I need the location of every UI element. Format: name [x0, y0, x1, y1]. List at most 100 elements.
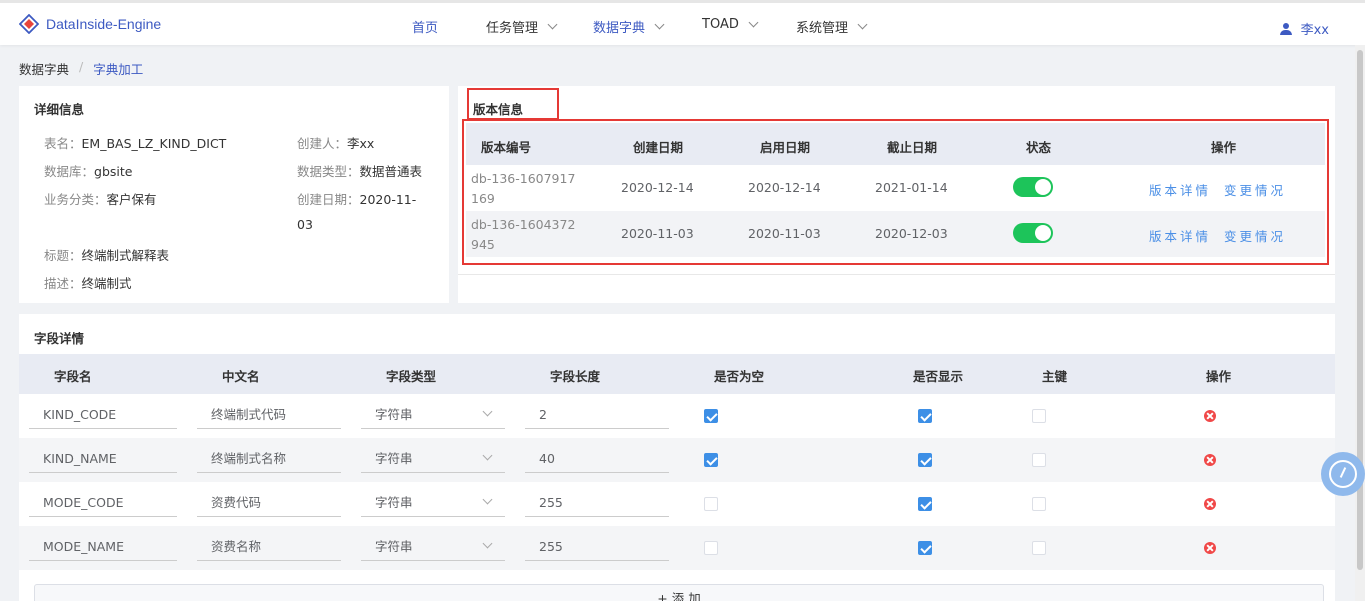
- primary-key-checkbox[interactable]: [1032, 409, 1046, 423]
- created-date-label: 创建日期：: [297, 192, 360, 207]
- primary-key-checkbox[interactable]: [1032, 497, 1046, 511]
- subject-label: 标题：: [44, 248, 82, 263]
- visible-checkbox[interactable]: [918, 497, 932, 511]
- table-row: MODE_CODE 资费代码 字符串 255: [19, 482, 1335, 526]
- version-id: db-136-1607917169: [471, 171, 576, 206]
- divider: [458, 274, 1335, 275]
- version-detail-link[interactable]: 版本详情: [1149, 180, 1211, 199]
- col-enabled-date: 启用日期: [760, 140, 811, 155]
- col-deadline-date: 截止日期: [887, 140, 938, 155]
- field-type-select[interactable]: 字符串: [361, 532, 505, 561]
- delete-circle-icon[interactable]: [1204, 454, 1216, 466]
- visible-checkbox[interactable]: [918, 453, 932, 467]
- field-name-input[interactable]: KIND_NAME: [29, 444, 177, 473]
- col-nullable: 是否为空: [714, 369, 765, 384]
- created-date-field: 创建日期：2020-11-: [297, 189, 416, 208]
- field-name-input[interactable]: MODE_NAME: [29, 532, 177, 561]
- nav-item-label: 数据字典: [593, 21, 646, 36]
- breadcrumb-separator: /: [79, 59, 84, 74]
- primary-key-checkbox[interactable]: [1032, 453, 1046, 467]
- cn-name-input[interactable]: 资费代码: [197, 488, 341, 517]
- detail-info-panel: 详细信息 表名：EM_BAS_LZ_KIND_DICT 创建人：李xx 数据库：…: [19, 86, 449, 303]
- table-name-value: EM_BAS_LZ_KIND_DICT: [81, 136, 227, 151]
- top-nav-bar: DataInside-Engine 首页 任务管理 数据字典 TOAD 系统管理…: [0, 0, 1365, 45]
- page-scrollbar[interactable]: [1355, 45, 1365, 601]
- col-cn-name: 中文名: [222, 369, 260, 384]
- status-toggle[interactable]: [1013, 223, 1053, 243]
- field-type-select[interactable]: 字符串: [361, 488, 505, 517]
- col-primary-key: 主键: [1042, 369, 1068, 384]
- breadcrumb-current: 字典加工: [93, 62, 144, 77]
- nav-item-data-dictionary[interactable]: 数据字典: [593, 17, 665, 36]
- nullable-checkbox[interactable]: [704, 541, 718, 555]
- version-id: db-136-1604372945: [471, 217, 576, 252]
- biz-category-field: 业务分类：客户保有: [44, 189, 157, 208]
- creator-value: 李xx: [347, 136, 375, 151]
- data-type-value: 数据普通表: [359, 164, 423, 179]
- visible-checkbox[interactable]: [918, 541, 932, 555]
- nav-item-system-management[interactable]: 系统管理: [796, 17, 868, 36]
- chevron-down-icon: [482, 450, 493, 461]
- user-name: 李xx: [1300, 23, 1329, 38]
- nullable-checkbox[interactable]: [704, 409, 718, 423]
- delete-circle-icon[interactable]: [1204, 542, 1216, 554]
- created-date-value-cont: 03: [297, 217, 313, 232]
- col-field-actions: 操作: [1206, 369, 1232, 384]
- cn-name-input[interactable]: 终端制式名称: [197, 444, 341, 473]
- visible-checkbox[interactable]: [918, 409, 932, 423]
- field-length-input[interactable]: 255: [525, 532, 669, 561]
- field-name-input[interactable]: KIND_CODE: [29, 400, 177, 429]
- field-type-select[interactable]: 字符串: [361, 400, 505, 429]
- nav-item-home[interactable]: 首页: [412, 17, 438, 36]
- field-length-input[interactable]: 255: [525, 488, 669, 517]
- scrollbar-thumb[interactable]: [1357, 50, 1363, 570]
- data-type-label: 数据类型：: [297, 164, 360, 179]
- version-info-panel: 版本信息 版本编号 创建日期 启用日期 截止日期 状态 操作 db-136-16…: [458, 86, 1335, 303]
- chevron-down-icon: [482, 538, 493, 549]
- primary-key-checkbox[interactable]: [1032, 541, 1046, 555]
- add-field-button[interactable]: + 添 加: [34, 584, 1324, 601]
- version-detail-link[interactable]: 版本详情: [1149, 226, 1211, 245]
- logo[interactable]: DataInside-Engine: [18, 13, 162, 35]
- fields-table-header: 字段名 中文名 字段类型 字段长度 是否为空 是否显示 主键 操作: [19, 354, 1335, 394]
- biz-category-label: 业务分类：: [44, 192, 107, 207]
- field-type-value: 字符串: [375, 451, 413, 466]
- nullable-checkbox[interactable]: [704, 453, 718, 467]
- change-history-link[interactable]: 变更情况: [1224, 180, 1286, 199]
- chevron-down-icon: [547, 19, 558, 30]
- cn-name-input[interactable]: 终端制式代码: [197, 400, 341, 429]
- col-status: 状态: [1026, 140, 1052, 155]
- subject-value: 终端制式解释表: [81, 248, 170, 263]
- nullable-checkbox[interactable]: [704, 497, 718, 511]
- cn-name-input[interactable]: 资费名称: [197, 532, 341, 561]
- col-actions: 操作: [1211, 140, 1237, 155]
- nav-item-label: TOAD: [702, 17, 739, 32]
- nav-item-toad[interactable]: TOAD: [702, 17, 759, 32]
- status-toggle[interactable]: [1013, 177, 1053, 197]
- field-length-input[interactable]: 2: [525, 400, 669, 429]
- breadcrumb-parent[interactable]: 数据字典: [19, 59, 69, 78]
- creator-label: 创建人：: [297, 136, 348, 151]
- col-visible: 是否显示: [913, 369, 964, 384]
- floating-action-button[interactable]: [1321, 452, 1365, 496]
- table-row: KIND_CODE 终端制式代码 字符串 2: [19, 394, 1335, 438]
- chevron-down-icon: [857, 19, 868, 30]
- creator-field: 创建人：李xx: [297, 133, 374, 152]
- version-row: db-136-1607917169 2020-12-14 2020-12-14 …: [466, 165, 1325, 211]
- chevron-down-icon: [482, 406, 493, 417]
- field-length-input[interactable]: 40: [525, 444, 669, 473]
- table-name-label: 表名：: [44, 136, 82, 151]
- desc-field: 描述：终端制式: [44, 273, 132, 292]
- table-row: KIND_NAME 终端制式名称 字符串 40: [19, 438, 1335, 482]
- field-type-select[interactable]: 字符串: [361, 444, 505, 473]
- app-title: DataInside-Engine: [46, 16, 162, 32]
- change-history-link[interactable]: 变更情况: [1224, 226, 1286, 245]
- desc-label: 描述：: [44, 276, 82, 291]
- version-created: 2020-11-03: [621, 226, 694, 241]
- delete-circle-icon[interactable]: [1204, 410, 1216, 422]
- nav-item-task-management[interactable]: 任务管理: [486, 17, 558, 36]
- user-menu[interactable]: 李xx: [1279, 19, 1329, 38]
- field-name-input[interactable]: MODE_CODE: [29, 488, 177, 517]
- fields-panel-title: 字段详情: [34, 331, 85, 346]
- delete-circle-icon[interactable]: [1204, 498, 1216, 510]
